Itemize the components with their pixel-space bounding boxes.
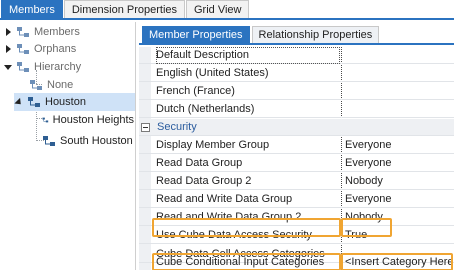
property-value[interactable]: Everyone [345,137,451,154]
property-name: Read Data Group [156,157,243,169]
expand-arrow-icon[interactable] [3,44,13,54]
member-node-icon [17,62,29,72]
tree-label: None [47,79,74,91]
tree-item-hierarchy[interactable]: Hierarchy [3,58,133,76]
tree-label: Hierarchy [34,61,82,73]
member-node-icon [30,80,42,90]
category-label: Security [157,121,197,133]
category-row-security[interactable]: Security [139,119,454,136]
property-name: Cube Conditional Input Categories [156,256,325,268]
property-row-dutch[interactable]: Dutch (Netherlands) [139,101,454,118]
top-tab-bar: Members Dimension Properties Grid View [0,0,454,20]
tab-members[interactable]: Members [1,0,63,18]
member-tree: Members Orphans Hierarchy None Houston H… [0,22,136,270]
property-row-default-description[interactable]: Default Description [139,47,454,64]
property-name: Dutch (Netherlands) [156,103,255,115]
property-value[interactable]: Everyone [345,155,451,172]
property-value[interactable]: Nobody [345,173,451,190]
property-name: English (United States) [156,67,269,79]
property-name: French (France) [156,85,235,97]
tree-label: South Houston [60,135,133,147]
property-value[interactable] [345,101,451,118]
tree-item-orphans[interactable]: Orphans [3,40,133,58]
property-row-read-write-data-group[interactable]: Read and Write Data Group Everyone [139,191,454,208]
member-node-icon [17,44,29,54]
property-value[interactable] [345,83,451,100]
property-value[interactable] [345,47,451,64]
expand-arrow-icon[interactable] [3,27,13,37]
property-row-french[interactable]: French (France) [139,83,454,100]
tab-relationship-properties[interactable]: Relationship Properties [251,26,380,43]
member-node-icon [28,97,40,107]
tab-grid-view[interactable]: Grid View [186,0,250,18]
property-name: Read and Write Data Group [156,193,293,205]
tree-label: Houston Heights [52,114,134,126]
member-node-icon [42,117,49,123]
properties-tab-bar: Member Properties Relationship Propertie… [139,26,454,45]
highlight-box [341,218,392,237]
tree-item-south-houston[interactable]: South Houston [42,132,134,150]
collapse-arrow-icon[interactable] [14,97,24,107]
tree-item-members[interactable]: Members [3,23,133,41]
properties-panel: Member Properties Relationship Propertie… [139,22,454,270]
tab-member-properties[interactable]: Member Properties [142,26,250,43]
property-name: Default Description [156,47,340,64]
property-value[interactable]: <Insert Category Here> [345,254,451,270]
tree-label: Orphans [34,43,77,55]
collapse-minus-icon[interactable] [141,123,150,132]
property-name: Display Member Group [156,139,270,151]
collapse-arrow-icon[interactable] [3,62,13,72]
tab-dimension-properties[interactable]: Dimension Properties [63,0,185,18]
highlight-box [152,218,341,237]
property-value[interactable]: Everyone [345,191,451,208]
property-value[interactable] [345,65,451,82]
member-node-icon [17,27,29,37]
tree-label: Members [34,26,80,38]
property-name: Read Data Group 2 [156,175,252,187]
tree-item-houston[interactable]: Houston [14,93,135,111]
member-node-icon [43,136,55,146]
property-row-read-data-group[interactable]: Read Data Group Everyone [139,155,454,172]
tree-item-none[interactable]: None [29,76,133,94]
property-row-english[interactable]: English (United States) [139,65,454,82]
property-row-display-member-group[interactable]: Display Member Group Everyone [139,137,454,154]
tree-item-houston-heights[interactable]: Houston Heights [42,111,134,129]
tree-connector [36,107,37,141]
property-row-read-data-group-2[interactable]: Read Data Group 2 Nobody [139,173,454,190]
tree-label: Houston [45,96,86,108]
